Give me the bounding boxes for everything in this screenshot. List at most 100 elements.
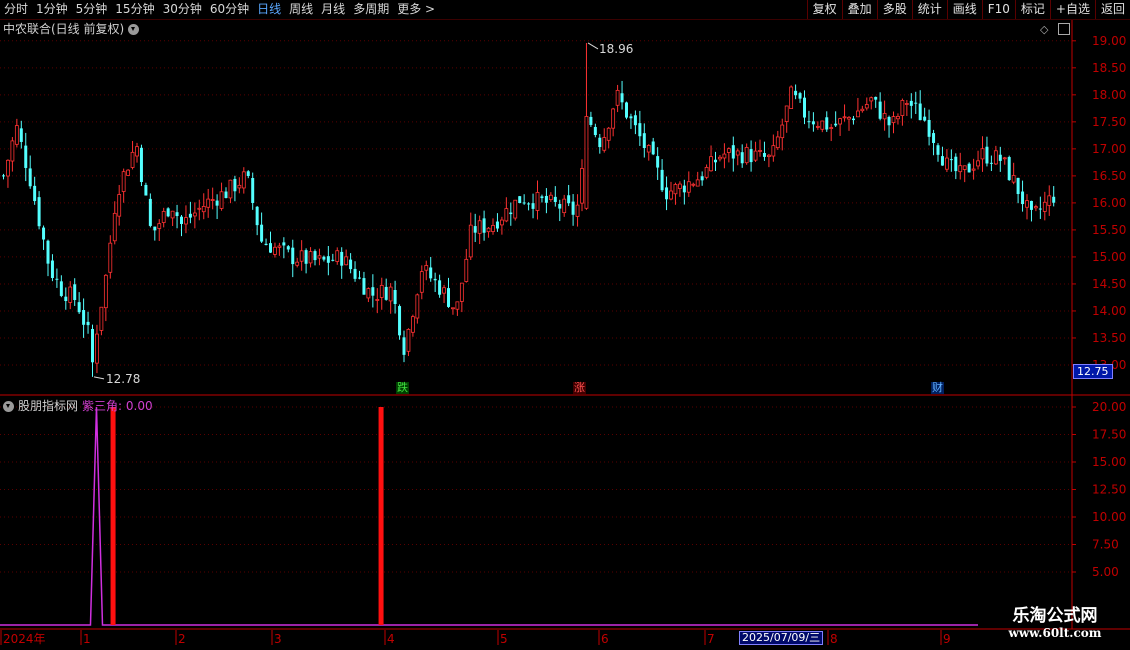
candle-body [829,127,834,129]
marker-finance[interactable]: 财 [931,382,944,394]
candle-body [282,242,286,246]
candle-body [95,333,99,364]
candle-body [419,271,424,293]
candle-body [273,246,277,255]
low-pointer [93,376,105,380]
candle-body [718,156,722,160]
candle-body [767,154,771,157]
price-tick-label: 15.50 [1092,223,1126,237]
candle-body [726,148,731,153]
candle-body [410,316,415,333]
price-tick-label: 15.00 [1092,250,1126,264]
candle-body [166,208,170,217]
candle-body [825,117,829,130]
candle-body [602,137,607,151]
candle-body [914,102,918,104]
watermark: 乐淘公式网 www.60lt.com [985,606,1125,640]
candle-body [317,255,322,259]
candle-body [567,195,571,204]
candle-body [758,150,762,152]
candle-body [335,250,340,262]
candle-body [135,146,139,157]
x-tick-label: 3 [274,632,282,646]
chevron-down-icon[interactable] [3,400,14,412]
candle-body [651,141,655,155]
candle-body [820,120,825,130]
candle-body [486,227,491,233]
candle-body [553,196,557,202]
candle-body [945,157,949,170]
candle-body [353,268,357,279]
candle-body [299,250,304,262]
candle-body [308,251,313,264]
candle-body [789,86,794,109]
candle-body [887,116,891,126]
candle-body [580,168,584,204]
candle-body [117,194,122,217]
candle-body [384,286,388,300]
candle-body [362,278,366,295]
candle-body [366,288,371,299]
candle-body [936,145,940,155]
candle-body [611,108,616,129]
kline-chart: 19.0018.5018.0017.5017.0016.5016.0015.50… [0,20,1130,646]
x-tick-label: 7 [707,632,715,646]
candle-body [949,159,953,161]
candle-body [188,213,192,218]
candle-body [673,184,678,195]
candle-body [669,190,673,200]
candle-body [531,203,535,209]
candle-body [468,224,473,258]
candle-body [295,261,300,266]
candle-body [709,156,713,172]
candle-body [28,168,32,187]
candle-body [192,212,197,217]
candle-body [544,195,548,203]
candle-body [77,302,81,313]
candle-body [224,191,228,199]
candle-body [210,199,215,201]
candle-body [1047,195,1052,206]
indicator-tick-label: 12.50 [1092,483,1126,497]
candle-body [575,204,580,217]
candle-body [344,256,349,266]
candle-body [686,181,691,193]
high-pointer [587,42,599,50]
candle-body [184,217,188,225]
candle-body [962,165,967,170]
candle-body [856,110,860,118]
candle-body [1016,177,1020,195]
price-tick-label: 16.50 [1092,169,1126,183]
signal-bar [110,407,116,625]
candle-body [584,116,589,209]
candle-body [429,267,433,279]
candle-body [638,123,642,137]
candle-body [1042,201,1047,212]
candle-body [958,165,963,173]
candle-body [388,286,393,302]
candle-body [927,119,931,137]
candle-body [442,287,446,294]
current-price-box: 12.75 [1073,364,1113,379]
marker-rise[interactable]: 涨 [573,382,586,394]
candle-body [55,278,59,280]
candle-body [740,152,744,164]
candle-body [99,306,104,331]
candle-body [980,148,985,160]
candle-body [815,125,820,128]
candle-body [762,153,766,157]
price-tick-label: 19.00 [1092,34,1126,48]
candle-body [509,212,513,215]
candle-body [68,286,73,303]
candle-body [548,194,553,200]
candle-body [455,301,460,310]
candle-body [834,123,838,126]
candle-body [989,162,993,164]
candle-body [798,93,802,99]
candle-body [985,146,989,164]
marker-fall[interactable]: 跌 [396,382,409,394]
candle-body [148,198,152,226]
candle-body [633,115,637,126]
candle-body [527,203,531,205]
candle-body [201,206,206,213]
